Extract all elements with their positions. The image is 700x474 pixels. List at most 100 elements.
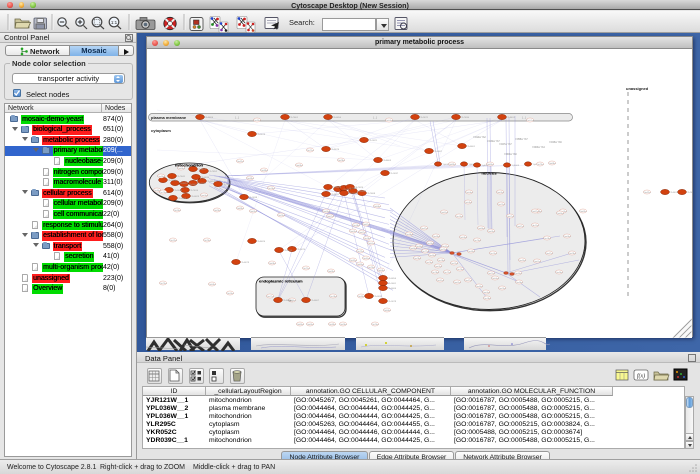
svg-text:Ybr59w: Ybr59w	[208, 282, 216, 285]
svg-text:Ybr18w: Ybr18w	[329, 294, 337, 297]
svg-text:Yk2l071: Yk2l071	[420, 117, 429, 119]
svg-text:Ybr87w: Ybr87w	[516, 224, 524, 227]
svg-text:Yk8l076: Yk8l076	[331, 149, 340, 151]
svg-text:Ybr85w: Ybr85w	[296, 322, 304, 325]
svg-text:Ybr39w: Ybr39w	[328, 322, 336, 325]
svg-text:Ybr44w: Ybr44w	[157, 174, 165, 177]
svg-text:Ybr39w: Ybr39w	[246, 176, 254, 179]
svg-text:Ybr62w: Ybr62w	[453, 280, 461, 283]
svg-text:Yj7r005: Yj7r005	[512, 164, 520, 167]
svg-text:Yk8l057: Yk8l057	[180, 183, 189, 185]
svg-text:Ybr30w: Ybr30w	[253, 118, 261, 121]
svg-text:Ybr72w: Ybr72w	[356, 249, 364, 252]
svg-text:Ybr03w: Ybr03w	[496, 190, 504, 193]
svg-text:Ybr85w: Ybr85w	[486, 162, 494, 165]
svg-text:Ybr47w: Ybr47w	[420, 226, 428, 229]
svg-text:Ybr64w: Ybr64w	[322, 209, 330, 212]
svg-text:Ybr18w: Ybr18w	[437, 258, 445, 261]
svg-text:Ypr1: Ypr1	[288, 299, 293, 302]
svg-text:Ybr11w: Ybr11w	[531, 223, 539, 226]
svg-text:Ybr51w: Ybr51w	[367, 241, 375, 244]
svg-text:Ybr16w: Ybr16w	[267, 186, 275, 189]
svg-text:Ybr07w: Ybr07w	[326, 214, 334, 217]
svg-text:Yk7l014: Yk7l014	[190, 190, 199, 192]
svg-text:nucleus: nucleus	[481, 170, 497, 175]
svg-text:Ybr71w: Ybr71w	[302, 266, 310, 269]
svg-text:Ybr23w: Ybr23w	[277, 213, 285, 216]
svg-text:Ybr47w: Ybr47w	[464, 278, 472, 281]
svg-text:Yk6l056: Yk6l056	[207, 181, 216, 183]
svg-text:Yk2l074: Yk2l074	[297, 249, 306, 251]
svg-text:Ybr49w: Ybr49w	[432, 234, 440, 237]
svg-text:Ybr61w: Ybr61w	[533, 259, 541, 262]
svg-text:[...]: [...]	[373, 115, 377, 119]
svg-text:Ybr14w: Ybr14w	[226, 291, 234, 294]
svg-text:Yk6l066: Yk6l066	[388, 288, 397, 290]
svg-text:Yk7l027: Yk7l027	[223, 184, 232, 186]
svg-text:Ybr50w: Ybr50w	[383, 308, 391, 311]
svg-text:cytoplasm: cytoplasm	[151, 128, 171, 133]
svg-text:Ybr87w: Ybr87w	[362, 222, 370, 225]
svg-text:Ydl03w Yb4: Ydl03w Yb4	[532, 146, 545, 149]
svg-text:Ybr10w: Ybr10w	[455, 214, 463, 217]
svg-text:Ybr59w: Ybr59w	[459, 235, 467, 238]
svg-text:Ybr59w: Ybr59w	[464, 200, 472, 203]
svg-text:Yk7l001: Yk7l001	[290, 117, 299, 119]
svg-text:Yk7l041: Yk7l041	[177, 176, 186, 178]
svg-text:Ybr31w: Ybr31w	[436, 278, 444, 281]
svg-text:Ybr70w: Ybr70w	[203, 238, 211, 241]
svg-text:Ybr47w: Ybr47w	[545, 251, 553, 254]
svg-text:Ybr21w: Ybr21w	[439, 247, 447, 250]
svg-text:Yk3l016: Yk3l016	[670, 192, 679, 194]
svg-text:Ybr45w: Ybr45w	[518, 258, 526, 261]
svg-text:Ybr58w: Ybr58w	[377, 268, 385, 271]
svg-text:Ybr03w: Ybr03w	[349, 229, 357, 232]
svg-text:Yk3l066: Yk3l066	[178, 198, 187, 200]
svg-text:Yk0l046: Yk0l046	[174, 190, 183, 192]
svg-text:Yk5l050: Yk5l050	[333, 117, 342, 119]
svg-text:Yk1l037: Yk1l037	[390, 173, 399, 175]
svg-text:Ybr51w: Ybr51w	[526, 118, 534, 121]
svg-text:Yk3l066: Yk3l066	[205, 117, 214, 119]
svg-text:plasma membrane: plasma membrane	[151, 114, 187, 119]
svg-text:Ybr03w: Ybr03w	[249, 209, 257, 212]
svg-text:Ybr65w: Ybr65w	[306, 322, 314, 325]
svg-text:Ybr40w: Ybr40w	[475, 284, 483, 287]
svg-text:Ybr18w: Ybr18w	[483, 296, 491, 299]
svg-text:Ybr89w: Ybr89w	[448, 162, 456, 165]
svg-text:Ydl47w Yb7: Ydl47w Yb7	[499, 143, 512, 146]
svg-text:Ybr08w: Ybr08w	[268, 261, 276, 264]
svg-text:Ybr78w: Ybr78w	[431, 270, 439, 273]
svg-text:Ybr46w: Ybr46w	[515, 280, 523, 283]
svg-text:Ybr68w: Ybr68w	[548, 161, 556, 164]
svg-text:Yk4l079: Yk4l079	[241, 262, 250, 264]
svg-text:Ybr30w: Ybr30w	[514, 271, 522, 274]
svg-text:Ybr39w: Ybr39w	[467, 249, 475, 252]
svg-text:Yk1l079: Yk1l079	[388, 301, 397, 303]
svg-text:Ydl15w Yb6: Ydl15w Yb6	[549, 141, 562, 144]
svg-text:Ybr18w: Ybr18w	[543, 236, 551, 239]
svg-text:Ydl32w Yb7: Ydl32w Yb7	[487, 140, 500, 143]
svg-text:Ybr23w: Ybr23w	[498, 286, 506, 289]
svg-text:Ybr30w: Ybr30w	[415, 244, 423, 247]
svg-text:Ybr20w: Ybr20w	[213, 208, 221, 211]
svg-text:Ybr74w: Ybr74w	[159, 190, 167, 193]
svg-text:[...]: [...]	[235, 115, 239, 119]
svg-text:Yk6l001: Yk6l001	[467, 146, 476, 148]
svg-text:Ybr89w: Ybr89w	[236, 206, 244, 209]
svg-text:Yk7l014: Yk7l014	[349, 193, 358, 195]
svg-text:Ybr84w: Ybr84w	[556, 211, 564, 214]
svg-text:Yk7l068: Yk7l068	[367, 193, 376, 195]
svg-text:unassigned: unassigned	[626, 86, 649, 91]
svg-text:f(x): f(x)	[637, 373, 645, 380]
svg-text:endoplasmic reticulum: endoplasmic reticulum	[259, 278, 303, 283]
svg-text:Ybr75w: Ybr75w	[159, 281, 167, 284]
svg-text:Ybr69w: Ybr69w	[327, 269, 335, 272]
svg-text:Ybr39w: Ybr39w	[260, 168, 268, 171]
svg-text:Ybr14w: Ybr14w	[426, 241, 434, 244]
svg-text:Yk8l036: Yk8l036	[284, 250, 293, 252]
svg-text:Ybr05w: Ybr05w	[482, 290, 490, 293]
svg-text:Ybr42w: Ybr42w	[643, 190, 651, 193]
svg-text:Yk5l056: Yk5l056	[388, 278, 397, 280]
svg-text:Yk4l007: Yk4l007	[311, 300, 320, 302]
